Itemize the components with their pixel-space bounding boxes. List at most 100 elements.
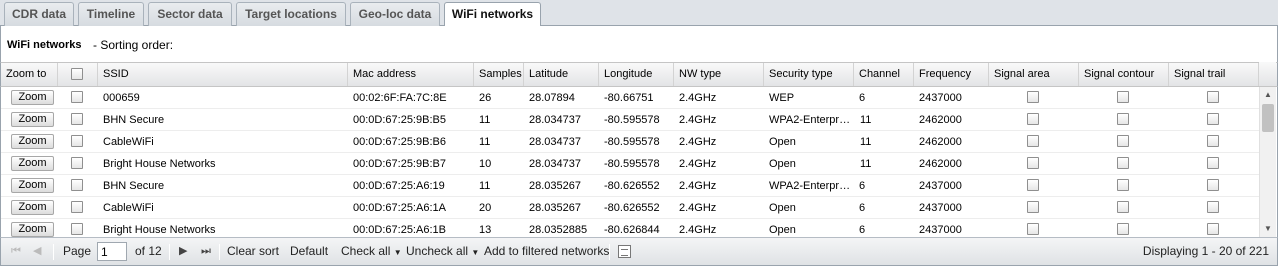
table-row[interactable]: Zoom CableWiFi 00:0D:67:25:9B:B6 11 28.0… xyxy=(1,131,1259,153)
grid-body: Zoom 000659 00:02:6F:FA:7C:8E 26 28.0789… xyxy=(0,87,1278,237)
row-select-checkbox[interactable] xyxy=(71,91,83,103)
security-cell: Open xyxy=(769,158,796,170)
paging-toolbar: ⏮ ◀ Page of 12 ▶ ⏭ Clear sort Default Ch… xyxy=(0,237,1278,266)
scroll-down-icon[interactable]: ▼ xyxy=(1260,221,1276,237)
tab-strip: CDR data Timeline Sector data Target loc… xyxy=(0,0,1278,27)
mac-cell: 00:0D:67:25:9B:B5 xyxy=(353,114,446,126)
row-select-checkbox[interactable] xyxy=(71,179,83,191)
channel-cell: 6 xyxy=(859,224,866,236)
last-page-icon[interactable]: ⏭ xyxy=(201,238,211,265)
latitude-cell: 28.034737 xyxy=(529,136,581,148)
zoom-button[interactable]: Zoom xyxy=(11,90,54,105)
ssid-cell: BHN Secure xyxy=(103,114,165,126)
zoom-button[interactable]: Zoom xyxy=(11,134,54,149)
row-select-checkbox[interactable] xyxy=(71,113,83,125)
longitude-cell: -80.626552 xyxy=(604,202,660,214)
row-select-checkbox[interactable] xyxy=(71,223,83,235)
column-header-signal-area[interactable]: Signal area xyxy=(989,63,1079,86)
nw-type-cell: 2.4GHz xyxy=(679,180,717,192)
frequency-cell: 2462000 xyxy=(919,136,962,148)
tab-geo-loc-data[interactable]: Geo-loc data xyxy=(350,2,440,26)
column-header-latitude[interactable]: Latitude xyxy=(524,63,599,86)
signal-trail-checkbox[interactable] xyxy=(1207,201,1219,213)
signal-area-checkbox[interactable] xyxy=(1027,135,1039,147)
signal-contour-checkbox[interactable] xyxy=(1117,179,1129,191)
signal-area-checkbox[interactable] xyxy=(1027,91,1039,103)
column-header-channel[interactable]: Channel xyxy=(854,63,914,86)
first-page-icon[interactable]: ⏮ xyxy=(11,238,21,265)
tab-cdr-data[interactable]: CDR data xyxy=(4,2,74,26)
column-header-signal-trail[interactable]: Signal trail xyxy=(1169,63,1259,86)
tab-timeline[interactable]: Timeline xyxy=(78,2,144,26)
vertical-scrollbar[interactable]: ▲ ▼ xyxy=(1259,87,1276,237)
page-number-input[interactable] xyxy=(97,242,127,261)
clear-sort-button[interactable]: Clear sort xyxy=(227,238,279,265)
longitude-cell: -80.626844 xyxy=(604,224,660,236)
grid-header: Zoom to SSID Mac address Samples Latitud… xyxy=(0,62,1278,87)
next-page-icon[interactable]: ▶ xyxy=(179,238,187,265)
column-header-ssid[interactable]: SSID xyxy=(98,63,348,86)
zoom-button[interactable]: Zoom xyxy=(11,156,54,171)
channel-cell: 11 xyxy=(860,114,872,126)
ssid-cell: BHN Secure xyxy=(103,180,165,192)
table-row[interactable]: Zoom 000659 00:02:6F:FA:7C:8E 26 28.0789… xyxy=(1,87,1259,109)
signal-contour-checkbox[interactable] xyxy=(1117,135,1129,147)
panel-title: WiFi networks xyxy=(7,39,82,51)
table-row[interactable]: Zoom Bright House Networks 00:0D:67:25:9… xyxy=(1,153,1259,175)
latitude-cell: 28.035267 xyxy=(529,202,581,214)
signal-contour-checkbox[interactable] xyxy=(1117,113,1129,125)
row-select-checkbox[interactable] xyxy=(71,157,83,169)
table-row[interactable]: Zoom CableWiFi 00:0D:67:25:A6:1A 20 28.0… xyxy=(1,197,1259,219)
zoom-button[interactable]: Zoom xyxy=(11,112,54,127)
tab-sector-data[interactable]: Sector data xyxy=(148,2,232,26)
grid-view-icon[interactable] xyxy=(618,245,631,258)
row-select-checkbox[interactable] xyxy=(71,201,83,213)
zoom-button[interactable]: Zoom xyxy=(11,178,54,193)
column-header-frequency[interactable]: Frequency xyxy=(914,63,989,86)
signal-trail-checkbox[interactable] xyxy=(1207,179,1219,191)
tab-target-locations[interactable]: Target locations xyxy=(236,2,346,26)
mac-cell: 00:0D:67:25:A6:1B xyxy=(353,224,446,236)
column-header-nw-type[interactable]: NW type xyxy=(674,63,764,86)
signal-contour-checkbox[interactable] xyxy=(1117,223,1129,235)
signal-area-checkbox[interactable] xyxy=(1027,223,1039,235)
prev-page-icon[interactable]: ◀ xyxy=(33,238,41,265)
column-header-longitude[interactable]: Longitude xyxy=(599,63,674,86)
signal-trail-checkbox[interactable] xyxy=(1207,113,1219,125)
signal-area-checkbox[interactable] xyxy=(1027,179,1039,191)
tab-wifi-networks[interactable]: WiFi networks xyxy=(444,2,541,27)
check-all-button[interactable]: Check all ▼ xyxy=(341,238,402,265)
signal-trail-checkbox[interactable] xyxy=(1207,157,1219,169)
scroll-up-icon[interactable]: ▲ xyxy=(1260,87,1276,103)
signal-trail-checkbox[interactable] xyxy=(1207,135,1219,147)
security-cell: WPA2-Enterprise xyxy=(769,180,852,192)
select-all-checkbox[interactable] xyxy=(71,68,83,80)
signal-area-checkbox[interactable] xyxy=(1027,113,1039,125)
signal-contour-checkbox[interactable] xyxy=(1117,91,1129,103)
signal-trail-checkbox[interactable] xyxy=(1207,91,1219,103)
default-button[interactable]: Default xyxy=(290,238,328,265)
signal-area-checkbox[interactable] xyxy=(1027,201,1039,213)
table-row[interactable]: Zoom BHN Secure 00:0D:67:25:9B:B5 11 28.… xyxy=(1,109,1259,131)
zoom-button[interactable]: Zoom xyxy=(11,222,54,237)
scrollbar-thumb[interactable] xyxy=(1262,104,1274,132)
nw-type-cell: 2.4GHz xyxy=(679,136,717,148)
ssid-cell: 000659 xyxy=(103,92,140,104)
signal-trail-checkbox[interactable] xyxy=(1207,223,1219,235)
signal-area-checkbox[interactable] xyxy=(1027,157,1039,169)
security-cell: Open xyxy=(769,202,796,214)
table-row[interactable]: Zoom BHN Secure 00:0D:67:25:A6:19 11 28.… xyxy=(1,175,1259,197)
column-header-signal-contour[interactable]: Signal contour xyxy=(1079,63,1169,86)
row-select-checkbox[interactable] xyxy=(71,135,83,147)
column-header-samples[interactable]: Samples xyxy=(474,63,524,86)
signal-contour-checkbox[interactable] xyxy=(1117,201,1129,213)
column-header-zoom-to[interactable]: Zoom to xyxy=(1,63,58,86)
column-header-mac-address[interactable]: Mac address xyxy=(348,63,474,86)
uncheck-all-button[interactable]: Uncheck all ▼ xyxy=(406,238,479,265)
zoom-button[interactable]: Zoom xyxy=(11,200,54,215)
table-row[interactable]: Zoom Bright House Networks 00:0D:67:25:A… xyxy=(1,219,1259,237)
column-header-select[interactable] xyxy=(58,63,98,86)
signal-contour-checkbox[interactable] xyxy=(1117,157,1129,169)
add-to-filtered-networks-button[interactable]: Add to filtered networks xyxy=(484,238,609,265)
column-header-security-type[interactable]: Security type xyxy=(764,63,854,86)
